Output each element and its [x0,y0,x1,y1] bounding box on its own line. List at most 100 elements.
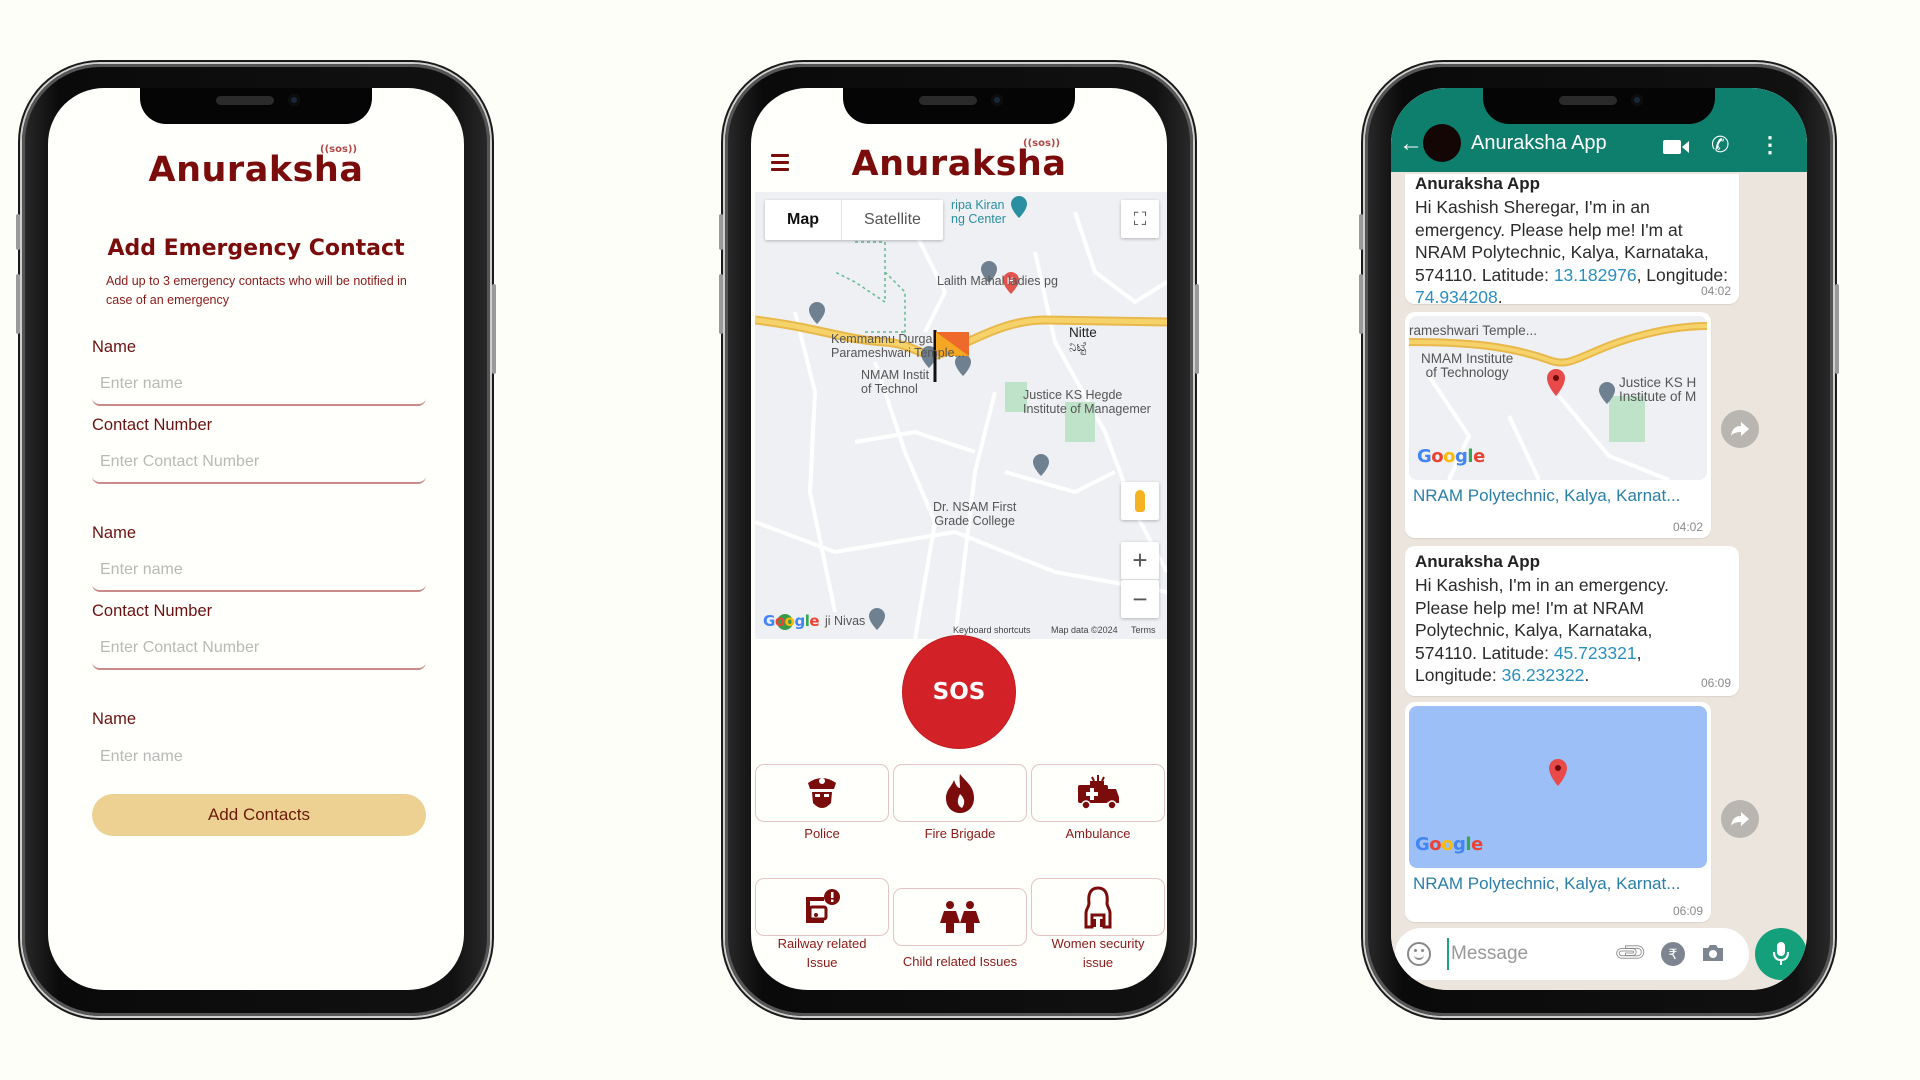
terms-link[interactable]: Terms [1131,625,1156,635]
keyboard-shortcuts-link[interactable]: Keyboard shortcuts [953,625,1031,635]
forward-icon [1731,422,1749,436]
avatar[interactable] [1423,124,1461,162]
sos-button[interactable]: SOS [903,636,1015,748]
location-map-preview[interactable]: rameshwari Temple... NMAM Institute of Te… [1409,316,1707,480]
side-button [16,274,20,334]
app-name: Anuraksha [148,150,364,190]
phone-call-icon[interactable]: ✆ [1711,132,1729,158]
name-input-2[interactable] [92,550,426,592]
location-pin-icon [1547,369,1565,396]
location-pin-icon [1549,759,1567,786]
map-label: Lalith Mahal ladies pg [937,274,1058,288]
ambulance-button[interactable] [1031,764,1165,822]
more-options-icon[interactable]: ⋮ [1759,132,1781,158]
video-call-icon[interactable] [1663,138,1689,161]
camera-icon[interactable] [1701,943,1725,968]
screen: Anuraksha ((sos)) Add Emergency Contact … [48,88,464,990]
side-button [1359,274,1363,334]
phone-sos: Anuraksha ((sos)) H Map Satellite ⛶ + − … [719,64,1199,1016]
name-input-1[interactable] [92,364,426,406]
name-label: Name [92,524,137,542]
police-button[interactable] [755,764,889,822]
map-label: Kemmannu Durga Parameshwari Temple... [831,332,965,360]
notch [140,88,372,124]
map-label: ripa Kiran ng Center [951,198,1006,226]
page-title: Add Emergency Contact [107,236,405,261]
railway-issue-button[interactable] [755,878,889,936]
forward-button[interactable] [1721,800,1759,838]
side-button [16,214,20,250]
fire-icon [946,774,974,813]
map-type-satellite[interactable]: Satellite [842,200,943,240]
voice-message-button[interactable] [1755,928,1807,980]
police-icon [808,778,836,808]
microphone-icon [1773,942,1789,965]
map-pin [1011,196,1027,218]
notch [1483,88,1715,124]
map-label: Dr. NSAM First Grade College [933,500,1017,528]
side-button [1359,214,1363,250]
map-label: Justice KS Hegde Institute of Managemer [1023,388,1151,416]
message-input[interactable] [1447,938,1597,970]
add-contacts-button[interactable]: Add Contacts [92,794,426,836]
ambulance-icon [1078,775,1119,810]
location-message[interactable]: rameshwari Temple... NMAM Institute of Te… [1405,312,1711,538]
app-logo: Anuraksha ((sos)) [48,144,464,190]
women-security-button[interactable] [1031,878,1165,936]
street-view-pegman[interactable] [1121,482,1159,520]
longitude-link[interactable]: 74.934208 [1415,287,1498,307]
map-pin [809,302,825,324]
back-arrow-icon[interactable]: ← [1399,130,1423,158]
message-time: 04:02 [1700,284,1731,298]
child-issue-button[interactable] [893,888,1027,946]
map-view[interactable]: H Map Satellite ⛶ + − ripa Kiran ng Cent… [755,192,1167,639]
payment-icon[interactable]: ₹ [1661,942,1685,966]
women-security-label: Women security issue [1051,936,1145,970]
pegman-icon [1135,490,1145,512]
app-name: Anuraksha [851,144,1067,184]
sos-badge: ((sos)) [1023,138,1061,149]
latitude-link[interactable]: 45.723321 [1554,643,1637,663]
map-label: NMAM Institute of Technology [1421,351,1514,380]
chat-message: Anuraksha App Hi Kashish Sheregar, I'm i… [1405,174,1739,307]
screen: Anuraksha ((sos)) H Map Satellite ⛶ + − … [751,88,1167,990]
chat-title[interactable]: Anuraksha App [1471,132,1607,155]
sos-badge: ((sos)) [320,144,358,155]
location-map-preview[interactable]: Google [1409,706,1707,868]
map-pin [869,608,885,630]
fullscreen-icon: ⛶ [1133,208,1147,229]
location-link[interactable]: NRAM Polytechnic, Kalya, Karnat... [1413,486,1680,506]
screen: ← Anuraksha App ✆ ⋮ Anuraksha App Hi Kas… [1391,88,1807,990]
contact-number-input-2[interactable] [92,628,426,670]
map-label: ji Nivas [825,614,866,628]
map-type-map[interactable]: Map [765,200,842,240]
location-link[interactable]: NRAM Polytechnic, Kalya, Karnat... [1413,874,1680,894]
latitude-link[interactable]: 13.182976 [1554,265,1637,285]
fullscreen-button[interactable]: ⛶ [1121,200,1159,238]
google-logo: Google [1417,446,1485,467]
side-button [1835,284,1839,374]
longitude-link[interactable]: 36.232322 [1502,665,1585,685]
child-issue-label: Child related Issues [902,954,1018,969]
location-message[interactable]: Google NRAM Polytechnic, Kalya, Karnat..… [1405,702,1711,922]
map-label: rameshwari Temple... [1409,323,1538,338]
name-input-3[interactable] [92,736,426,778]
phone-whatsapp: ← Anuraksha App ✆ ⋮ Anuraksha App Hi Kas… [1359,64,1839,1016]
railway-issue-label: Railway related Issue [777,936,867,970]
chat-message: Anuraksha App Hi Kashish, I'm in an emer… [1405,546,1739,696]
map-type-toggle: Map Satellite [765,200,943,240]
message-composer: 📎︎ ₹ [1395,928,1749,980]
zoom-in-button[interactable]: + [1121,542,1159,580]
map-data-attribution: Map data ©2024 [1051,625,1118,635]
message-sender: Anuraksha App [1415,552,1541,571]
forward-button[interactable] [1721,410,1759,448]
side-button [719,214,723,250]
contact-number-input-1[interactable] [92,442,426,484]
zoom-out-button[interactable]: − [1121,580,1159,618]
emoji-icon[interactable] [1407,942,1431,966]
fire-brigade-button[interactable] [893,764,1027,822]
attach-icon[interactable]: 📎︎ [1612,934,1650,972]
map-pin [1033,454,1049,476]
map-label: Justice KS H Institute of M [1619,375,1697,404]
woman-icon [1084,886,1112,929]
